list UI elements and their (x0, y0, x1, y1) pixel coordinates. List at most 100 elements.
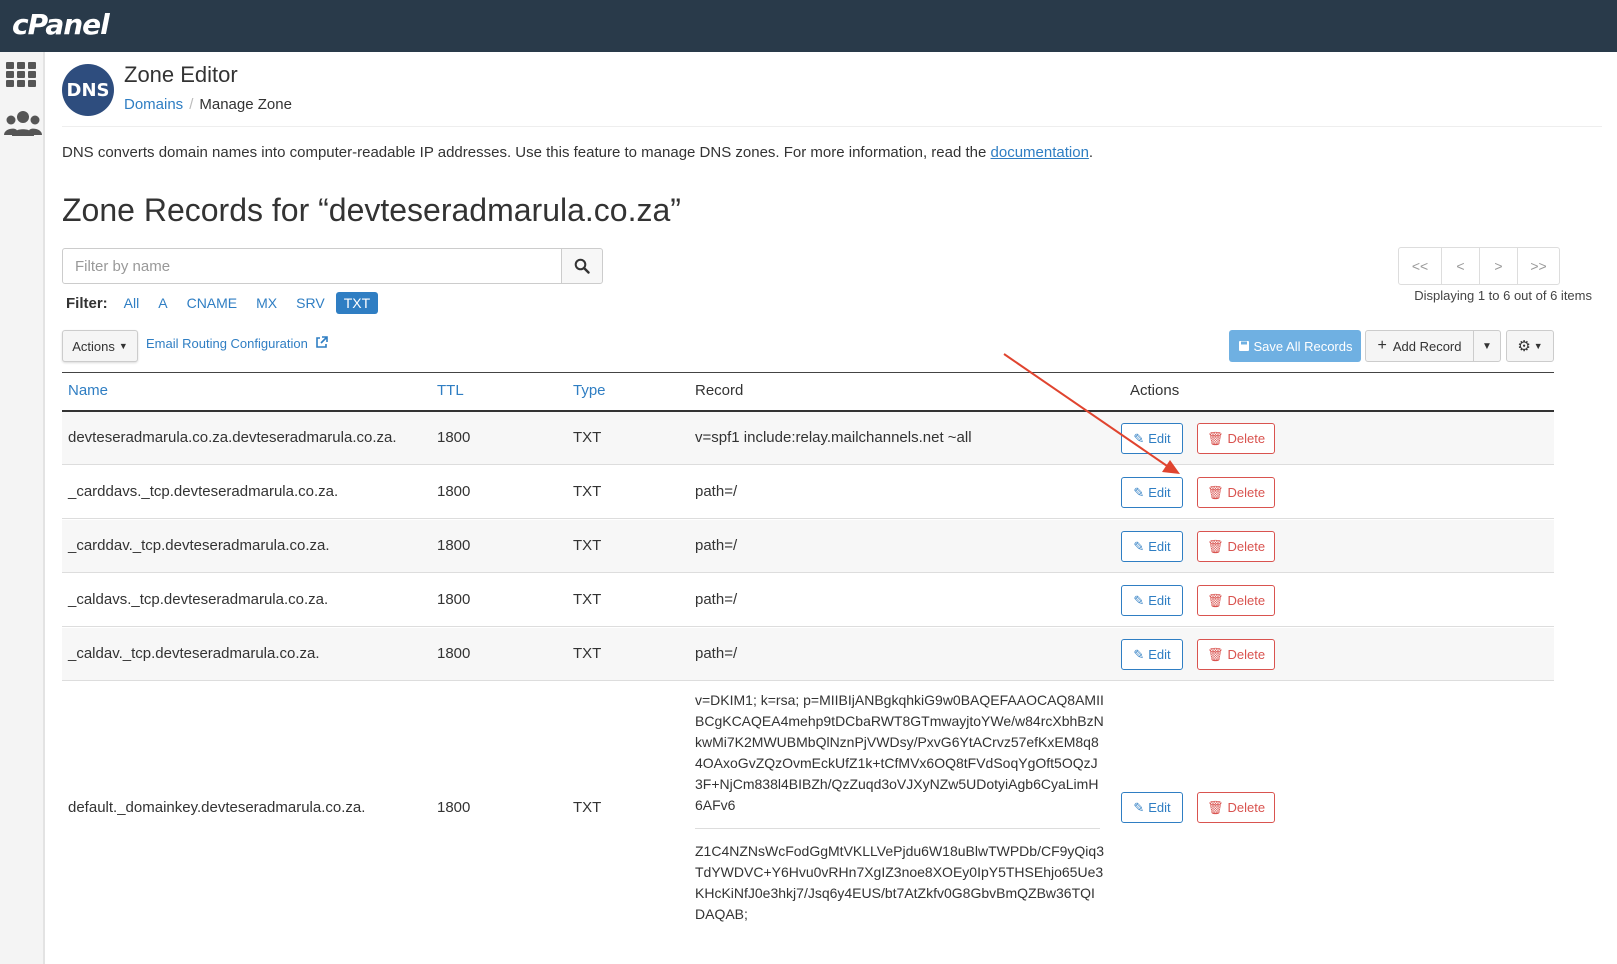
users-icon[interactable] (4, 108, 42, 140)
pencil-icon: ✎ (1133, 646, 1145, 662)
search-icon (574, 258, 590, 274)
filter-by-name-input[interactable] (62, 248, 562, 284)
save-all-records-button[interactable]: Save All Records (1229, 330, 1361, 362)
record-name: _carddavs._tcp.devteseradmarula.co.za. (68, 483, 339, 500)
filter-cname[interactable]: CNAME (179, 292, 246, 314)
trash-icon: 🗑 (1206, 430, 1224, 446)
table-top-border (62, 372, 1554, 373)
record-name: _carddav._tcp.devteseradmarula.co.za. (68, 537, 330, 554)
edit-button[interactable]: ✎ Edit (1121, 639, 1183, 670)
edit-label: Edit (1148, 539, 1171, 554)
breadcrumb: Domains / Manage Zone (124, 96, 292, 113)
record-part-divider (695, 828, 1100, 829)
record-ttl: 1800 (437, 591, 471, 608)
record-value: path=/ (695, 537, 738, 554)
delete-button[interactable]: 🗑 Delete (1197, 792, 1275, 823)
record-type: TXT (573, 483, 602, 500)
breadcrumb-domains-link[interactable]: Domains (124, 96, 183, 113)
record-value: path=/ (695, 483, 738, 500)
trash-icon: 🗑 (1206, 592, 1224, 608)
delete-label: Delete (1227, 431, 1266, 446)
delete-button[interactable]: 🗑 Delete (1197, 423, 1275, 454)
pencil-icon: ✎ (1133, 484, 1145, 500)
record-ttl: 1800 (437, 799, 471, 816)
trash-icon: 🗑 (1206, 538, 1224, 554)
filter-all[interactable]: All (116, 292, 148, 314)
add-record-button[interactable]: + Add Record (1365, 330, 1474, 362)
delete-label: Delete (1227, 485, 1266, 500)
email-routing-label: Email Routing Configuration (146, 336, 308, 351)
edit-label: Edit (1148, 800, 1171, 815)
settings-dropdown-button[interactable]: ⚙ ▼ (1506, 330, 1554, 362)
search-button[interactable] (561, 248, 603, 284)
trash-icon: 🗑 (1206, 646, 1224, 662)
record-type: TXT (573, 537, 602, 554)
save-all-label: Save All Records (1253, 338, 1353, 354)
external-link-icon (315, 336, 328, 348)
zone-records-title: Zone Records for “devteseradmarula.co.za… (62, 192, 681, 228)
record-type: TXT (573, 429, 602, 446)
delete-button[interactable]: 🗑 Delete (1197, 477, 1275, 508)
record-ttl: 1800 (437, 645, 471, 662)
breadcrumb-separator: / (189, 96, 194, 113)
delete-button[interactable]: 🗑 Delete (1197, 639, 1275, 670)
dns-app-icon-text: DNS (66, 79, 110, 101)
edit-button[interactable]: ✎ Edit (1121, 585, 1183, 616)
filter-txt[interactable]: TXT (335, 292, 379, 314)
edit-button[interactable]: ✎ Edit (1121, 477, 1183, 508)
breadcrumb-current: Manage Zone (199, 96, 292, 113)
record-ttl: 1800 (437, 429, 471, 446)
column-header-record: Record (695, 382, 744, 399)
edit-button[interactable]: ✎ Edit (1121, 531, 1183, 562)
dns-app-icon: DNS (62, 64, 114, 116)
apps-grid-icon[interactable] (4, 60, 40, 92)
last-page-button[interactable]: >> (1517, 248, 1559, 284)
actions-label: Actions (72, 338, 115, 354)
record-name: default._domainkey.devteseradmarula.co.z… (68, 799, 366, 816)
documentation-link[interactable]: documentation (991, 144, 1089, 161)
record-name: _caldav._tcp.devteseradmarula.co.za. (68, 645, 320, 662)
caret-down-icon: ▼ (118, 341, 128, 351)
actions-dropdown-button[interactable]: Actions ▼ (62, 330, 138, 362)
pagination: << < > >> (1398, 247, 1560, 285)
table-row: devteseradmarula.co.za.devteseradmarula.… (62, 412, 1554, 465)
record-value-part-2: Z1C4NZNsWcFodGgMtVKLLVePjdu6W18uBlwTWPDb… (695, 843, 1104, 922)
intro-body: DNS converts domain names into computer-… (62, 144, 991, 161)
first-page-button[interactable]: << (1399, 248, 1441, 284)
save-icon (1238, 341, 1249, 351)
filter-srv[interactable]: SRV (288, 292, 333, 314)
filter-a[interactable]: A (150, 292, 175, 314)
prev-page-button[interactable]: < (1441, 248, 1479, 284)
edit-button[interactable]: ✎ Edit (1121, 423, 1183, 454)
record-value-part-1: v=DKIM1; k=rsa; p=MIIBIjANBgkqhkiG9w0BAQ… (695, 692, 1104, 813)
caret-down-icon: ▼ (1533, 341, 1543, 351)
intro-text: DNS converts domain names into computer-… (62, 144, 1093, 161)
edit-button[interactable]: ✎ Edit (1121, 792, 1183, 823)
caret-down-icon: ▼ (1482, 340, 1492, 352)
edit-label: Edit (1148, 593, 1171, 608)
delete-button[interactable]: 🗑 Delete (1197, 531, 1275, 562)
delete-label: Delete (1227, 539, 1266, 554)
filter-mx[interactable]: MX (248, 292, 285, 314)
edit-label: Edit (1148, 647, 1171, 662)
add-record-dropdown-button[interactable]: ▼ (1473, 330, 1501, 362)
record-value: path=/ (695, 645, 738, 662)
record-ttl: 1800 (437, 537, 471, 554)
email-routing-link[interactable]: Email Routing Configuration (146, 336, 328, 351)
pencil-icon: ✎ (1133, 799, 1145, 815)
app-title: Zone Editor (124, 62, 238, 87)
header-divider (62, 126, 1602, 127)
next-page-button[interactable]: > (1479, 248, 1517, 284)
record-type: TXT (573, 799, 602, 816)
column-header-name[interactable]: Name (68, 382, 108, 399)
column-header-ttl[interactable]: TTL (437, 382, 464, 399)
add-record-label: Add Record (1392, 338, 1462, 354)
record-name: devteseradmarula.co.za.devteseradmarula.… (68, 429, 397, 446)
type-filter: Filter: All A CNAME MX SRV TXT (66, 290, 381, 316)
table-row: _caldavs._tcp.devteseradmarula.co.za. 18… (62, 574, 1554, 627)
edit-label: Edit (1148, 485, 1171, 500)
cpanel-logo[interactable]: cPanel (12, 8, 110, 41)
delete-button[interactable]: 🗑 Delete (1197, 585, 1275, 616)
column-header-type[interactable]: Type (573, 382, 606, 399)
filter-label: Filter: (66, 294, 108, 312)
